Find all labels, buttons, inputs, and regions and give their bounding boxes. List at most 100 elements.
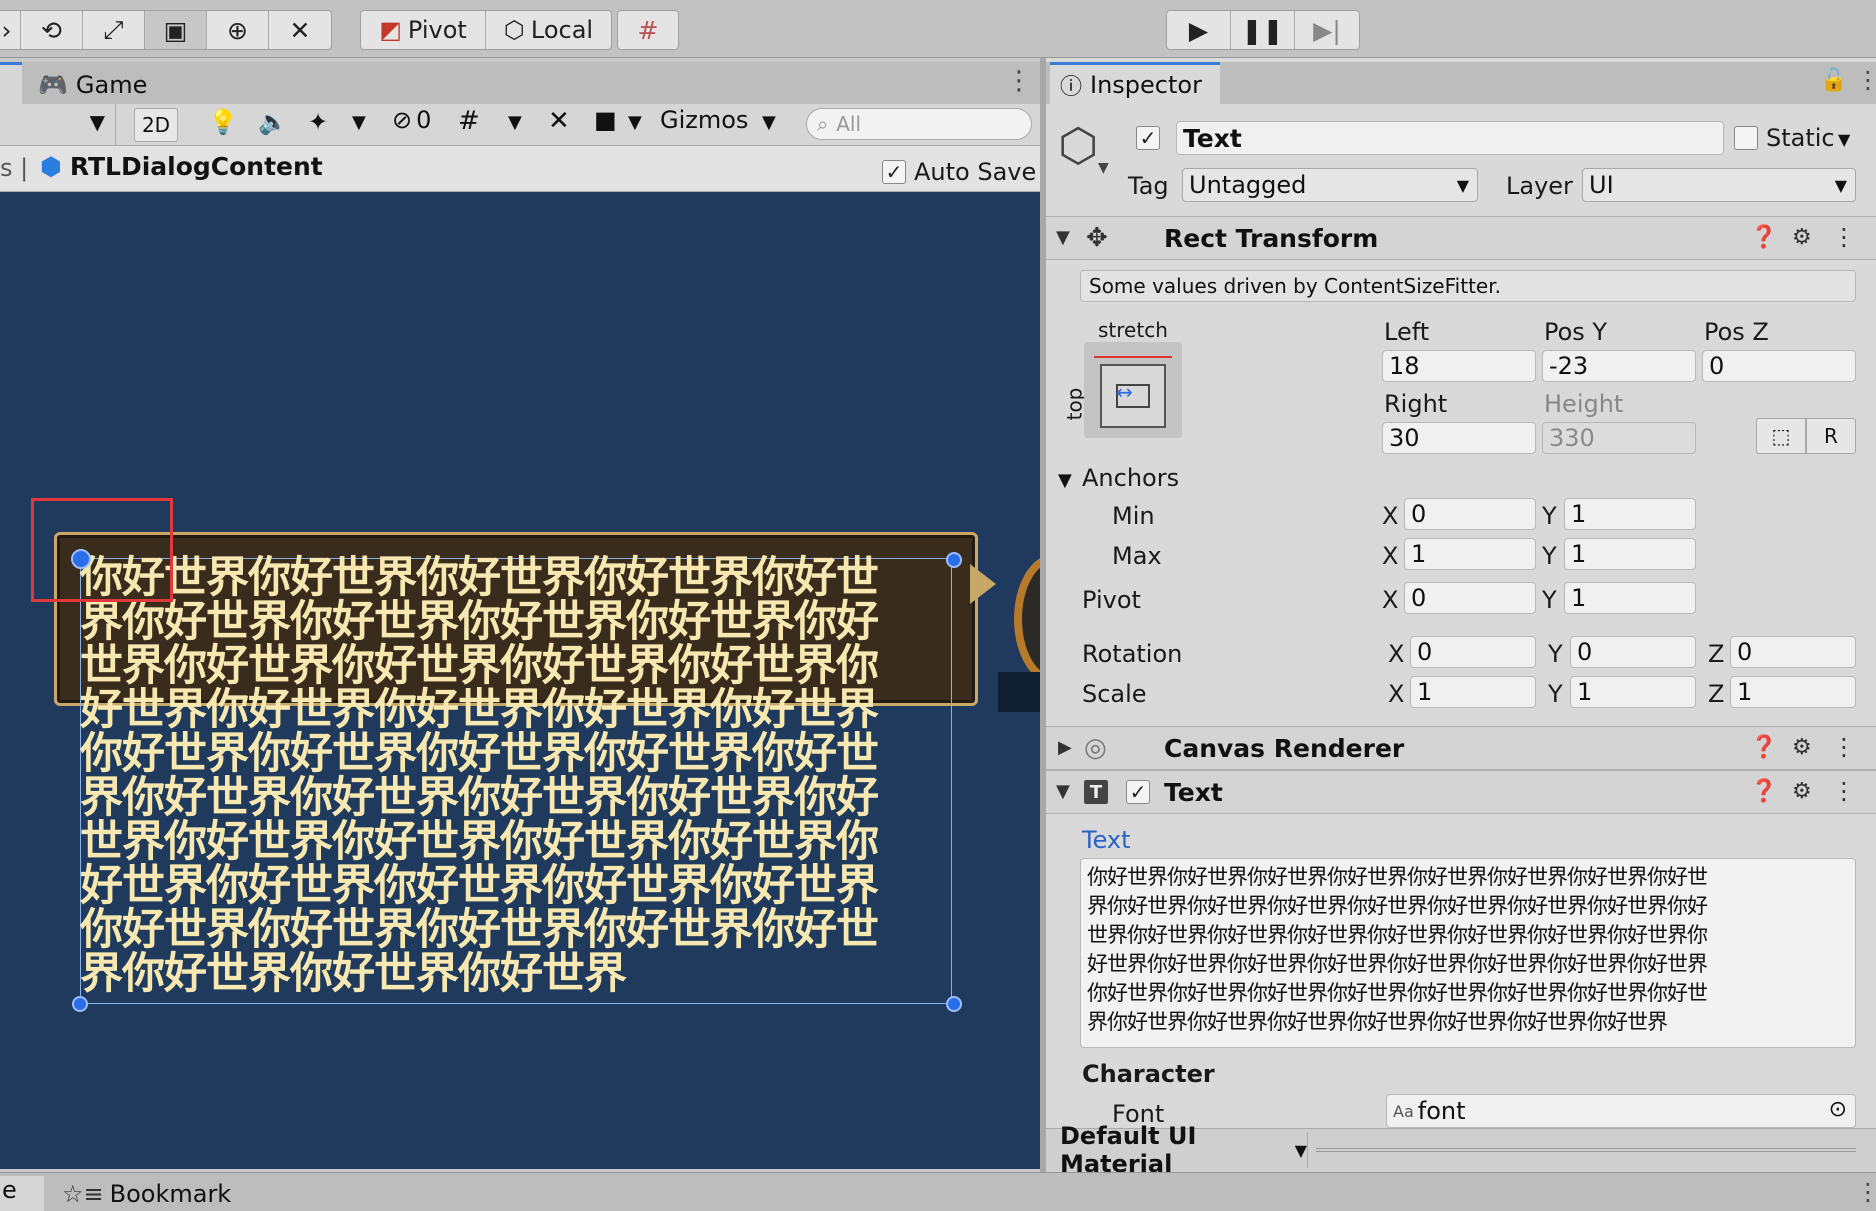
- help-icon[interactable]: ❓: [1750, 779, 1777, 804]
- text-component-header[interactable]: ▼ T ✓ Text ❓ ⚙ ⋮: [1046, 770, 1876, 814]
- anchors-foldout-icon[interactable]: ▼: [1058, 470, 1072, 491]
- presets-icon[interactable]: ⚙: [1792, 735, 1812, 760]
- rotation-x-label: X: [1388, 640, 1405, 668]
- scale-z-field[interactable]: 1: [1730, 676, 1856, 708]
- bookmark-icon: ☆≡: [62, 1179, 104, 1208]
- tag-dropdown[interactable]: Untagged ▼: [1182, 168, 1478, 202]
- scene-panel-menu-icon[interactable]: ⋮: [1006, 66, 1032, 96]
- mode-2d-button[interactable]: 2D: [134, 108, 178, 142]
- grid-dropdown-icon[interactable]: ▼: [508, 112, 522, 133]
- scene-tab-stub[interactable]: [0, 62, 22, 104]
- auto-save-checkbox[interactable]: ✓: [882, 160, 906, 184]
- scale-x-field[interactable]: 1: [1410, 676, 1536, 708]
- grid-icon[interactable]: #: [458, 106, 480, 136]
- camera-icon[interactable]: ■: [594, 106, 617, 134]
- anchor-max-y-field[interactable]: 1: [1564, 538, 1696, 570]
- rect-tool-button[interactable]: ▣: [145, 11, 207, 49]
- pivot-y-field[interactable]: 1: [1564, 582, 1696, 614]
- anchor-max-x-field[interactable]: 1: [1404, 538, 1536, 570]
- right-field[interactable]: 30: [1382, 422, 1536, 454]
- rotation-z-field[interactable]: 0: [1730, 636, 1856, 668]
- object-picker-icon[interactable]: ⊙: [1829, 1097, 1847, 1122]
- hand-tool-button[interactable]: ›: [0, 11, 21, 49]
- component-menu-icon[interactable]: ⋮: [1832, 777, 1856, 805]
- effects-icon[interactable]: ✦: [308, 108, 328, 136]
- rect-transform-header[interactable]: ▼ ✥ Rect Transform ❓ ⚙ ⋮: [1046, 216, 1876, 260]
- rotate-tool-icon: ⟲: [41, 15, 62, 45]
- presets-icon[interactable]: ⚙: [1792, 225, 1812, 250]
- draw-mode-dropdown[interactable]: ▼: [0, 104, 116, 146]
- text-content-area[interactable]: 你好世界你好世界你好世界你好世界你好世界你好世界你好世界你好世 界你好世界你好世…: [1080, 858, 1856, 1048]
- static-dropdown-icon[interactable]: ▼: [1838, 130, 1850, 149]
- chevron-down-icon: ▼: [1294, 1140, 1307, 1160]
- gizmos-dropdown-icon[interactable]: ▼: [762, 112, 776, 133]
- dashed-square-icon: ⬚: [1771, 424, 1791, 448]
- blueprint-mode-button[interactable]: ⬚: [1756, 418, 1806, 454]
- scale-tool-button[interactable]: ⤢: [83, 11, 145, 49]
- help-icon[interactable]: ❓: [1750, 735, 1777, 760]
- tools-icon[interactable]: ✕: [548, 106, 570, 136]
- font-object-field[interactable]: Aa font ⊙: [1386, 1094, 1856, 1128]
- text-content-line: 你好世界你好世界你好世界你好世界你好世界你好世界你好世界你好世: [1087, 865, 1708, 889]
- effects-dropdown-icon[interactable]: ▼: [352, 112, 366, 133]
- inspector-tab[interactable]: ⓘ Inspector: [1050, 62, 1220, 104]
- transform-tools: › ⟲ ⤢ ▣ ⊕ ✕: [0, 10, 332, 50]
- pivot-x-field[interactable]: 0: [1404, 582, 1536, 614]
- custom-tool-button[interactable]: ✕: [269, 11, 331, 49]
- left-field[interactable]: 18: [1382, 350, 1536, 382]
- inspector-menu-icon[interactable]: ⋮: [1856, 66, 1876, 94]
- bottom-tab-fragment[interactable]: e: [0, 1176, 44, 1211]
- rect-handle-bottom-left[interactable]: [72, 996, 88, 1012]
- material-dropdown[interactable]: Default UI Material ▼: [1052, 1122, 1308, 1178]
- text-enabled-checkbox[interactable]: ✓: [1126, 780, 1150, 804]
- raw-edit-button[interactable]: R: [1806, 418, 1856, 454]
- anchor-min-y-field[interactable]: 1: [1564, 498, 1696, 530]
- rotate-tool-button[interactable]: ⟲: [21, 11, 83, 49]
- rotation-x-field[interactable]: 0: [1410, 636, 1536, 668]
- bottom-menu-icon[interactable]: ⋮: [1856, 1178, 1876, 1206]
- breadcrumb-back[interactable]: s |: [0, 154, 28, 182]
- posy-label: Pos Y: [1544, 318, 1608, 346]
- bookmark-label: Bookmark: [109, 1179, 232, 1208]
- rotation-y-field[interactable]: 0: [1570, 636, 1696, 668]
- pivot-button[interactable]: ◩ Pivot: [361, 11, 486, 49]
- grid-snap-button[interactable]: #: [618, 11, 678, 49]
- rect-handle-top-right[interactable]: [946, 552, 962, 568]
- lighting-icon[interactable]: 💡: [208, 108, 238, 136]
- gameobject-icon-dropdown[interactable]: ▼: [1098, 160, 1109, 176]
- rect-handle-bottom-right[interactable]: [946, 996, 962, 1012]
- game-tab[interactable]: 🎮 Game: [30, 66, 250, 104]
- lock-icon[interactable]: 🔓: [1820, 68, 1847, 93]
- hidden-objects-toggle[interactable]: ⊘ 0: [392, 106, 431, 134]
- step-button[interactable]: ▶|: [1295, 11, 1359, 49]
- anchor-min-x-field[interactable]: 0: [1404, 498, 1536, 530]
- anchor-preset-button[interactable]: ↔: [1084, 342, 1182, 438]
- play-button[interactable]: ▶: [1167, 11, 1231, 49]
- scene-text-block[interactable]: 你好世界你好世界你好世界你好世界你好世 界你好世界你好世界你好世界你好世界你好 …: [80, 556, 960, 996]
- scale-z-label: Z: [1708, 680, 1725, 708]
- object-name-field[interactable]: Text: [1176, 121, 1724, 155]
- posy-field[interactable]: -23: [1542, 350, 1696, 382]
- audio-icon[interactable]: 🔈: [258, 108, 288, 136]
- layer-dropdown[interactable]: UI ▼: [1582, 168, 1856, 202]
- presets-icon[interactable]: ⚙: [1792, 779, 1812, 804]
- help-icon[interactable]: ❓: [1750, 225, 1777, 250]
- camera-dropdown-icon[interactable]: ▼: [628, 112, 642, 133]
- posz-field[interactable]: 0: [1702, 350, 1856, 382]
- component-menu-icon[interactable]: ⋮: [1832, 223, 1856, 251]
- canvas-renderer-header[interactable]: ▶ ◎ Canvas Renderer ❓ ⚙ ⋮: [1046, 726, 1876, 770]
- local-button[interactable]: ⬡ Local: [486, 11, 611, 49]
- prefab-breadcrumb[interactable]: ⬢ RTLDialogContent: [40, 152, 323, 181]
- component-menu-icon[interactable]: ⋮: [1832, 733, 1856, 761]
- static-checkbox[interactable]: [1734, 126, 1758, 150]
- prefab-name: RTLDialogContent: [69, 152, 323, 181]
- active-checkbox[interactable]: ✓: [1136, 126, 1160, 150]
- bookmark-tab[interactable]: ☆≡ Bookmark: [52, 1176, 241, 1211]
- scene-viewport[interactable]: 你好世界你好世界你好世界你好世界你好世 界你好世界你好世界你好世界你好世界你好 …: [0, 192, 1040, 1169]
- pause-button[interactable]: ❚❚: [1231, 11, 1295, 49]
- scene-search-field[interactable]: ⌕ All: [806, 108, 1032, 140]
- scale-tool-icon: ⤢: [103, 15, 124, 44]
- scale-y-field[interactable]: 1: [1570, 676, 1696, 708]
- gizmos-button[interactable]: Gizmos: [660, 106, 748, 134]
- transform-tool-button[interactable]: ⊕: [207, 11, 269, 49]
